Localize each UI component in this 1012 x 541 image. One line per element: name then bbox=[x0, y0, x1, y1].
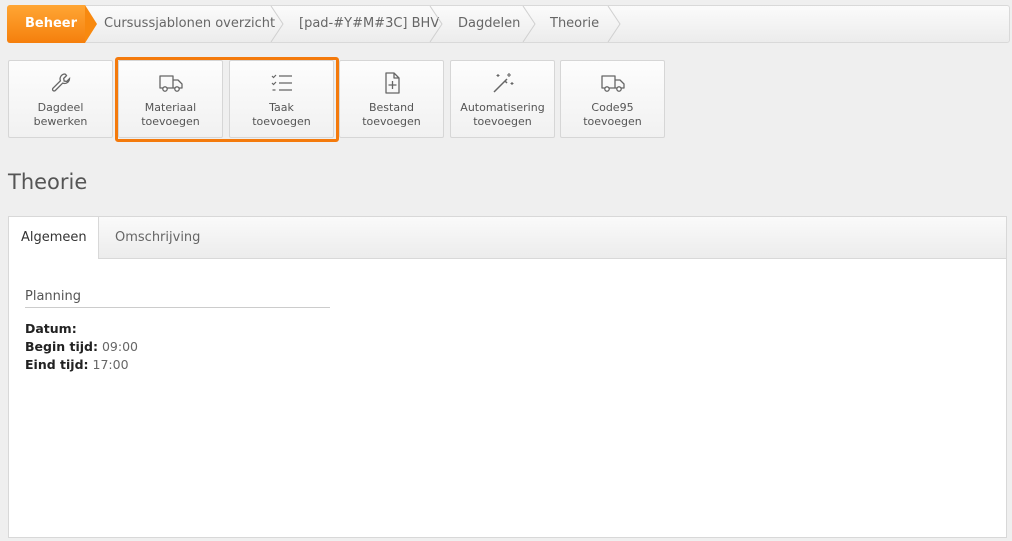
code95-toevoegen-button[interactable]: Code95 toevoegen bbox=[560, 60, 665, 138]
begin-tijd-field: Begin tijd: 09:00 bbox=[25, 339, 138, 354]
eind-tijd-field: Eind tijd: 17:00 bbox=[25, 357, 129, 372]
highlight-outline bbox=[115, 57, 339, 142]
truck-icon bbox=[600, 71, 626, 95]
breadcrumb-cursussjablonen[interactable]: Cursussjablonen overzicht bbox=[86, 6, 275, 42]
tab-omschrijving[interactable]: Omschrijving bbox=[103, 217, 212, 258]
button-label: Automatisering bbox=[460, 101, 545, 114]
button-label: toevoegen bbox=[362, 115, 421, 128]
breadcrumb: Beheer Cursussjablonen overzicht [pad-#Y… bbox=[7, 5, 1010, 43]
bestand-toevoegen-button[interactable]: Bestand toevoegen bbox=[339, 60, 444, 138]
magic-wand-icon bbox=[490, 71, 516, 95]
breadcrumb-separator bbox=[607, 6, 621, 42]
breadcrumb-dagdelen[interactable]: Dagdelen bbox=[440, 6, 520, 42]
eind-tijd-value: 17:00 bbox=[92, 357, 129, 372]
dagdeel-bewerken-button[interactable]: Dagdeel bewerken bbox=[8, 60, 113, 138]
button-label: bewerken bbox=[33, 115, 88, 128]
begin-tijd-label: Begin tijd: bbox=[25, 339, 98, 354]
datum-field: Datum: bbox=[25, 321, 77, 336]
automatisering-toevoegen-button[interactable]: Automatisering toevoegen bbox=[450, 60, 555, 138]
button-label: toevoegen bbox=[473, 115, 532, 128]
eind-tijd-label: Eind tijd: bbox=[25, 357, 89, 372]
breadcrumb-template[interactable]: [pad-#Y#M#3C] BHV bbox=[281, 6, 439, 42]
page-title: Theorie bbox=[8, 170, 88, 194]
button-label: toevoegen bbox=[583, 115, 642, 128]
tab-algemeen[interactable]: Algemeen bbox=[9, 217, 99, 259]
datum-label: Datum: bbox=[25, 321, 77, 336]
button-label: Code95 bbox=[591, 101, 634, 114]
tab-bar: Algemeen Omschrijving bbox=[9, 217, 1006, 259]
button-label: Bestand bbox=[368, 101, 415, 114]
breadcrumb-home[interactable]: Beheer bbox=[7, 5, 97, 43]
breadcrumb-theorie[interactable]: Theorie bbox=[532, 6, 599, 42]
file-plus-icon bbox=[379, 71, 405, 95]
planning-section-title: Planning bbox=[25, 289, 330, 308]
content-panel: Algemeen Omschrijving Planning Datum: Be… bbox=[8, 216, 1007, 538]
begin-tijd-value: 09:00 bbox=[101, 339, 138, 354]
wrench-icon bbox=[48, 71, 74, 95]
button-label: Dagdeel bbox=[37, 101, 84, 114]
